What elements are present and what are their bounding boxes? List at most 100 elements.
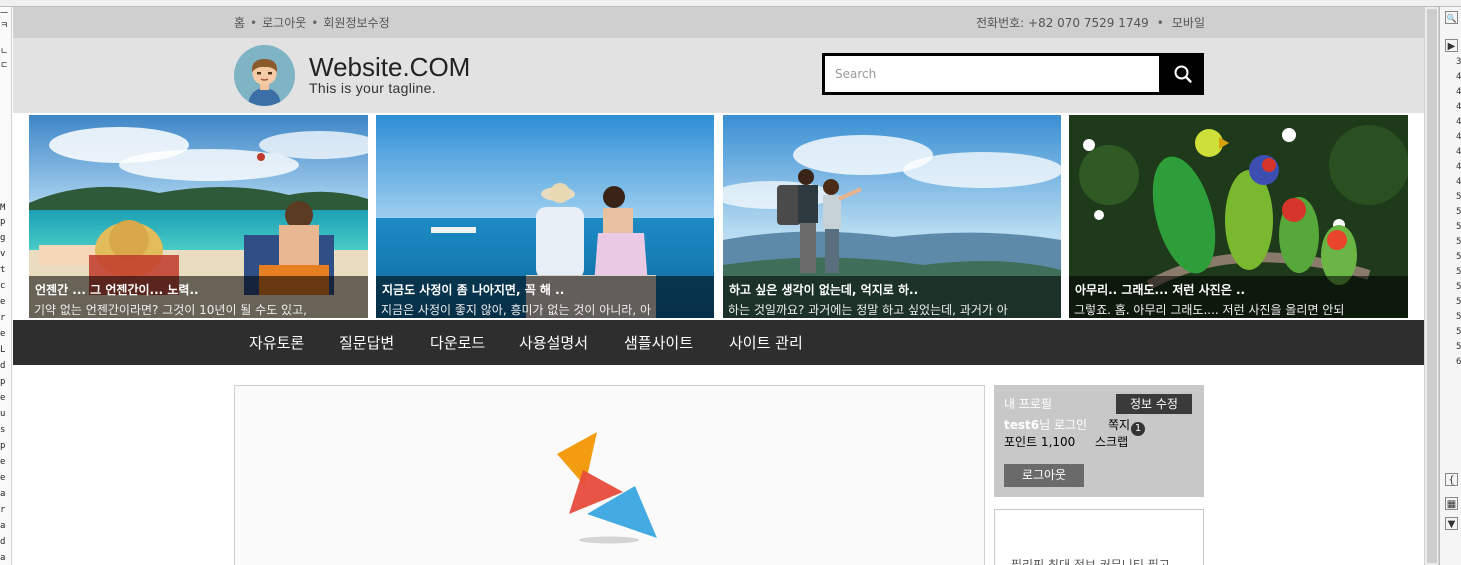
line-number: 4: [1456, 162, 1461, 172]
main-nav: 자유토론 질문답변 다운로드 사용설명서 샘플사이트 사이트 관리: [13, 320, 1424, 365]
messages-label: 쪽지: [1108, 418, 1131, 432]
search-button[interactable]: [1162, 53, 1204, 95]
scrap-link[interactable]: 스크랩: [1095, 433, 1128, 450]
image-slider: 언젠간 ... 그 언젠간이... 노력.. 기약 없는 언젠간이라면? 그것이…: [13, 115, 1424, 318]
right-side-panel: 🔍 ▶ {▦ ▼ 3 4 4 4 4 4 4 4 4 5 5 5 5 5 5 5 5 5 5 5 6: [1439, 7, 1461, 565]
slide-hikers[interactable]: 하고 싶은 생각이 없는데, 억지로 하.. 하는 것일까요? 과거에는 정말 …: [723, 115, 1061, 318]
panel-char: ㅋ: [0, 21, 9, 31]
nav-site-admin[interactable]: 사이트 관리: [729, 332, 803, 353]
line-number: 5: [1456, 252, 1461, 262]
slide-text: 지금은 사정이 좋지 않아, 흥미가 없는 것이 아니라, 아: [381, 303, 651, 317]
slide-title[interactable]: 언젠간 ... 그 언젠간이... 노력..: [35, 281, 199, 298]
panel-char: a: [0, 553, 6, 563]
panel-char: ㄷ: [0, 61, 9, 71]
slide-caption: 아무리.. 그래도... 저런 사진은 .. 그렇죠. 홈. 아무리 그래도..…: [1069, 276, 1408, 318]
slide-text: 기약 없는 언젠간이라면? 그것이 10년이 될 수도 있고,: [34, 303, 307, 317]
vertical-scrollbar[interactable]: [1424, 7, 1439, 565]
bullet: •: [311, 16, 319, 30]
panel-char: c: [0, 281, 6, 291]
top-links: 홈 • 로그아웃 • 회원정보수정: [234, 14, 390, 31]
line-number: 5: [1456, 282, 1461, 292]
slide-title[interactable]: 하고 싶은 생각이 없는데, 억지로 하..: [729, 281, 918, 298]
line-number: 4: [1456, 87, 1461, 97]
login-suffix: 님 로그인: [1039, 418, 1088, 432]
home-link[interactable]: 홈: [234, 14, 245, 31]
top-right-links: 전화번호: +82 070 7529 1749 • 모바일: [976, 14, 1205, 31]
line-number: 3: [1456, 57, 1461, 67]
line-number: 5: [1456, 327, 1461, 337]
line-number: 5: [1456, 342, 1461, 352]
logout-link[interactable]: 로그아웃: [262, 14, 306, 31]
slide-title[interactable]: 아무리.. 그래도... 저런 사진은 ..: [1075, 281, 1245, 298]
nav-sample-site[interactable]: 샘플사이트: [624, 332, 693, 353]
side-banner-text[interactable]: 필리핀 최대 정보 커뮤니티 필고: [1011, 556, 1170, 565]
line-number: 5: [1456, 267, 1461, 277]
panel-char: e: [0, 329, 6, 339]
panel-char: u: [0, 409, 6, 419]
side-banner: 필리핀 최대 정보 커뮤니티 필고: [994, 509, 1204, 565]
slide-parrots[interactable]: 아무리.. 그래도... 저런 사진은 .. 그렇죠. 홈. 아무리 그래도..…: [1069, 115, 1408, 318]
slide-sea[interactable]: 지금도 사정이 좀 나아지면, 꼭 해 .. 지금은 사정이 좋지 않아, 흥미…: [376, 115, 714, 318]
nav-free-discussion[interactable]: 자유토론: [249, 332, 304, 353]
magnifier-icon[interactable]: 🔍: [1445, 11, 1458, 24]
line-number: 5: [1456, 192, 1461, 202]
avatar-logo[interactable]: [234, 45, 295, 106]
panel-char: e: [0, 393, 6, 403]
boy-avatar-icon: [234, 45, 295, 106]
search-box: [822, 53, 1162, 95]
panel-char: e: [0, 297, 6, 307]
panel-char: r: [0, 313, 6, 323]
slide-text: 하는 것일까요? 과거에는 정말 하고 싶었는데, 과거가 아: [728, 303, 1008, 317]
slide-beach[interactable]: 언젠간 ... 그 언젠간이... 노력.. 기약 없는 언젠간이라면? 그것이…: [29, 115, 368, 318]
message-count-badge: 1: [1131, 422, 1146, 436]
nav-manual[interactable]: 사용설명서: [519, 332, 588, 353]
slide-caption: 하고 싶은 생각이 없는데, 억지로 하.. 하는 것일까요? 과거에는 정말 …: [723, 276, 1061, 318]
line-number: 4: [1456, 177, 1461, 187]
site-tagline: This is your tagline.: [309, 80, 436, 96]
panel-char: e: [0, 457, 6, 467]
mobile-link[interactable]: 모바일: [1172, 16, 1205, 30]
site-header: Website.COM This is your tagline.: [13, 38, 1424, 113]
line-number: 4: [1456, 147, 1461, 157]
expand-icon[interactable]: ▶: [1445, 39, 1458, 52]
screen: ㅡㅋㄴㄷMpgvtcereLdpeuspeearada 홈 • 로그아웃 • 회원정보수…: [0, 0, 1461, 565]
scrollbar-thumb[interactable]: [1427, 9, 1437, 563]
panel-char: t: [0, 265, 6, 275]
panel-char: p: [0, 377, 6, 387]
website: 홈 • 로그아웃 • 회원정보수정 전화번호: +82 070 7529 1749 • 모바…: [13, 7, 1424, 565]
line-number: 5: [1456, 207, 1461, 217]
edit-member-link[interactable]: 회원정보수정: [323, 14, 389, 31]
phone-number: 전화번호: +82 070 7529 1749: [976, 16, 1149, 30]
line-number: 5: [1456, 312, 1461, 322]
top-bar: 홈 • 로그아웃 • 회원정보수정 전화번호: +82 070 7529 1749 • 모바…: [13, 7, 1424, 38]
edit-profile-button[interactable]: 정보 수정: [1116, 394, 1192, 414]
slide-caption: 지금도 사정이 좀 나아지면, 꼭 해 .. 지금은 사정이 좋지 않아, 흥미…: [376, 276, 714, 318]
panel-char: v: [0, 249, 6, 259]
login-status: test6님 로그인: [1004, 416, 1087, 433]
nav-download[interactable]: 다운로드: [430, 332, 485, 353]
panel-char: p: [0, 441, 6, 451]
line-number: 5: [1456, 222, 1461, 232]
line-number: 5: [1456, 297, 1461, 307]
line-number: 4: [1456, 132, 1461, 142]
panel-char: d: [0, 361, 6, 371]
grid-icon[interactable]: ▦: [1445, 497, 1458, 510]
line-number: 4: [1456, 72, 1461, 82]
search-input[interactable]: [825, 56, 1159, 92]
arrow-down-icon[interactable]: ▼: [1445, 517, 1458, 530]
point-info[interactable]: 포인트 1,100: [1004, 433, 1075, 450]
site-name[interactable]: Website.COM: [309, 52, 470, 83]
slide-title[interactable]: 지금도 사정이 좀 나아지면, 꼭 해 ..: [382, 281, 564, 298]
profile-title: 내 프로필: [1004, 397, 1052, 411]
username: test6: [1004, 418, 1040, 432]
line-number: 5: [1456, 237, 1461, 247]
panel-char: g: [0, 233, 6, 243]
panel-char: M: [0, 203, 6, 213]
panel-char: L: [0, 345, 6, 355]
nav-qna[interactable]: 질문답변: [339, 332, 394, 353]
bullet: •: [1156, 16, 1164, 30]
triangle-logo-icon: [557, 432, 657, 544]
brace-icon[interactable]: {: [1445, 473, 1458, 486]
panel-char: r: [0, 505, 6, 515]
logout-button[interactable]: 로그아웃: [1004, 464, 1084, 487]
